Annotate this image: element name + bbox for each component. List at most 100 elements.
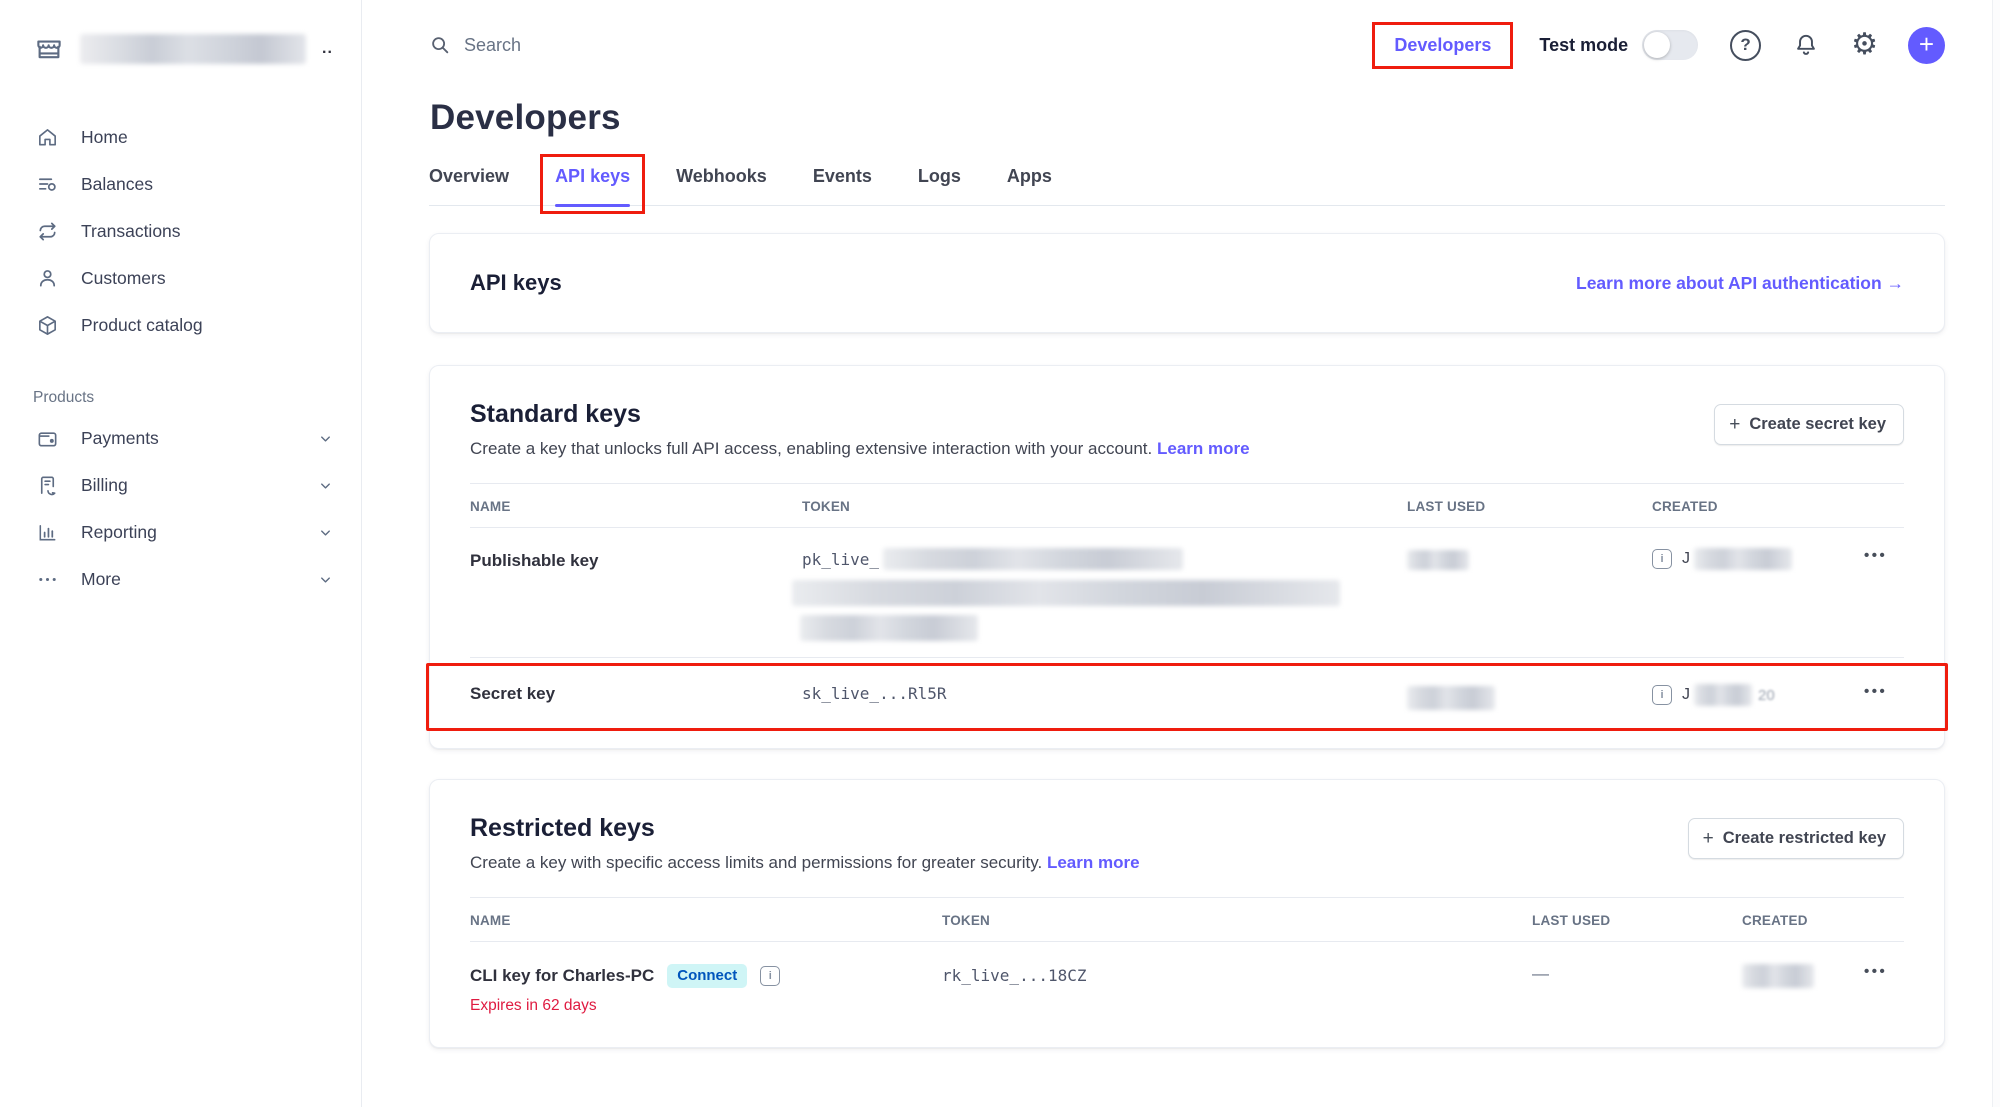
created-suffix: 20 bbox=[1758, 687, 1775, 704]
info-icon[interactable]: i bbox=[1652, 685, 1672, 705]
search-icon bbox=[429, 34, 451, 56]
learn-more-api-auth-link[interactable]: Learn more about API authentication → bbox=[1576, 273, 1904, 294]
help-button[interactable]: ? bbox=[1730, 30, 1761, 61]
developers-nav-link[interactable]: Developers bbox=[1394, 35, 1491, 55]
top-right-controls: Developers Test mode ? bbox=[1388, 27, 1945, 64]
col-created: CREATED bbox=[1742, 913, 1864, 928]
last-used-cell: — bbox=[1532, 964, 1742, 984]
plus-icon: + bbox=[1919, 31, 1934, 57]
row-overflow-menu[interactable]: ••• bbox=[1864, 684, 1904, 699]
create-new-button[interactable]: + bbox=[1908, 27, 1945, 64]
col-name: NAME bbox=[470, 499, 802, 514]
connect-badge: Connect bbox=[667, 964, 747, 988]
table-row-cli-key: CLI key for Charles-PC Connect i Expires… bbox=[470, 942, 1904, 1025]
chevron-down-icon bbox=[318, 572, 333, 587]
scrollbar-track[interactable] bbox=[1992, 0, 2000, 1107]
created-visible-text: J bbox=[1682, 550, 1690, 568]
balances-icon bbox=[36, 173, 59, 196]
api-keys-card: API keys Learn more about API authentica… bbox=[429, 233, 1945, 333]
key-name: Secret key bbox=[470, 684, 802, 704]
ellipsis-icon bbox=[36, 568, 59, 591]
plus-icon: + bbox=[1703, 829, 1714, 848]
standard-keys-title: Standard keys bbox=[470, 400, 1250, 429]
created-cell: i J 20 bbox=[1652, 684, 1864, 706]
restricted-keys-description: Create a key with specific access limits… bbox=[470, 853, 1140, 873]
created-visible-text: J bbox=[1682, 686, 1690, 704]
sidebar-section-products: Products bbox=[33, 389, 361, 407]
stripe-dashboard: .. Home Balances bbox=[0, 0, 2000, 1107]
search-input[interactable]: Search bbox=[429, 34, 521, 56]
sidebar-item-more[interactable]: More bbox=[0, 556, 361, 603]
tab-api-keys[interactable]: API keys bbox=[555, 162, 630, 205]
active-tab-underline bbox=[555, 204, 630, 207]
page-title: Developers bbox=[430, 98, 1945, 138]
tab-events[interactable]: Events bbox=[813, 162, 872, 205]
storefront-icon bbox=[34, 34, 64, 64]
row-overflow-menu[interactable]: ••• bbox=[1864, 964, 1904, 979]
transactions-icon bbox=[36, 220, 59, 243]
created-cell: i J bbox=[1652, 548, 1864, 570]
tab-logs[interactable]: Logs bbox=[918, 162, 961, 205]
standard-keys-table-header: NAME TOKEN LAST USED CREATED bbox=[470, 483, 1904, 528]
account-name-truncation: .. bbox=[322, 40, 333, 58]
help-icon: ? bbox=[1730, 30, 1761, 61]
account-switcher[interactable]: .. bbox=[34, 30, 361, 68]
search-placeholder: Search bbox=[464, 35, 521, 56]
tab-apps[interactable]: Apps bbox=[1007, 162, 1052, 205]
api-keys-card-title: API keys bbox=[470, 270, 562, 296]
main-area: Search Developers Test mode ? bbox=[363, 0, 2000, 1107]
restricted-keys-learn-more-link[interactable]: Learn more bbox=[1047, 853, 1140, 872]
redacted-token-line-3 bbox=[800, 615, 978, 641]
create-secret-key-button[interactable]: + Create secret key bbox=[1714, 404, 1904, 445]
last-used-cell bbox=[1407, 684, 1652, 710]
invoice-icon bbox=[36, 474, 59, 497]
table-row-secret-key: Secret key sk_live_...Rl5R i J 20 ••• bbox=[470, 658, 1904, 734]
sidebar-item-payments[interactable]: Payments bbox=[0, 415, 361, 462]
token-prefix: pk_live_ bbox=[802, 550, 879, 569]
row-overflow-menu[interactable]: ••• bbox=[1864, 548, 1904, 563]
tab-bar: Overview API keys Webhooks Events Logs A… bbox=[429, 162, 1945, 206]
tab-overview[interactable]: Overview bbox=[429, 162, 509, 205]
redacted-created-date bbox=[1694, 548, 1792, 570]
expires-note: Expires in 62 days bbox=[470, 997, 942, 1015]
test-mode-toggle[interactable] bbox=[1642, 30, 1698, 60]
standard-keys-learn-more-link[interactable]: Learn more bbox=[1157, 439, 1250, 458]
standard-keys-header: Standard keys Create a key that unlocks … bbox=[470, 400, 1904, 459]
sidebar-item-transactions[interactable]: Transactions bbox=[0, 208, 361, 255]
sidebar-item-home[interactable]: Home bbox=[0, 114, 361, 161]
toggle-knob bbox=[1644, 32, 1670, 58]
notifications-button[interactable] bbox=[1793, 32, 1819, 58]
col-last-used: LAST USED bbox=[1532, 913, 1742, 928]
standard-keys-description: Create a key that unlocks full API acces… bbox=[470, 439, 1250, 459]
create-restricted-key-button[interactable]: + Create restricted key bbox=[1688, 818, 1904, 859]
restricted-keys-header: Restricted keys Create a key with specif… bbox=[470, 814, 1904, 873]
sidebar-item-customers[interactable]: Customers bbox=[0, 255, 361, 302]
tab-webhooks[interactable]: Webhooks bbox=[676, 162, 767, 205]
redacted-token-line-2 bbox=[792, 580, 1340, 606]
sidebar-item-product-catalog[interactable]: Product catalog bbox=[0, 302, 361, 349]
test-mode-label: Test mode bbox=[1539, 35, 1628, 56]
sidebar-item-balances[interactable]: Balances bbox=[0, 161, 361, 208]
col-last-used: LAST USED bbox=[1407, 499, 1652, 514]
restricted-keys-title: Restricted keys bbox=[470, 814, 1140, 843]
sidebar-item-reporting[interactable]: Reporting bbox=[0, 509, 361, 556]
sidebar-item-billing[interactable]: Billing bbox=[0, 462, 361, 509]
key-name: CLI key for Charles-PC bbox=[470, 966, 654, 986]
gear-icon: ⚙ bbox=[1851, 30, 1878, 60]
key-token: rk_live_...18CZ bbox=[942, 964, 1532, 985]
last-used-cell bbox=[1407, 548, 1652, 570]
info-icon[interactable]: i bbox=[760, 966, 780, 986]
key-name-cell: CLI key for Charles-PC Connect i Expires… bbox=[470, 964, 942, 1015]
sidebar-nav: Home Balances bbox=[0, 114, 361, 349]
col-token: TOKEN bbox=[802, 499, 1407, 514]
standard-keys-card: Standard keys Create a key that unlocks … bbox=[429, 365, 1945, 749]
restricted-keys-card: Restricted keys Create a key with specif… bbox=[429, 779, 1945, 1048]
top-bar: Search Developers Test mode ? bbox=[429, 20, 1945, 70]
info-icon[interactable]: i bbox=[1652, 549, 1672, 569]
home-icon bbox=[36, 126, 59, 149]
redacted-token-line-1 bbox=[883, 548, 1183, 570]
settings-button[interactable]: ⚙ bbox=[1851, 30, 1878, 60]
chevron-down-icon bbox=[318, 478, 333, 493]
created-cell bbox=[1742, 964, 1864, 988]
col-token: TOKEN bbox=[942, 913, 1532, 928]
